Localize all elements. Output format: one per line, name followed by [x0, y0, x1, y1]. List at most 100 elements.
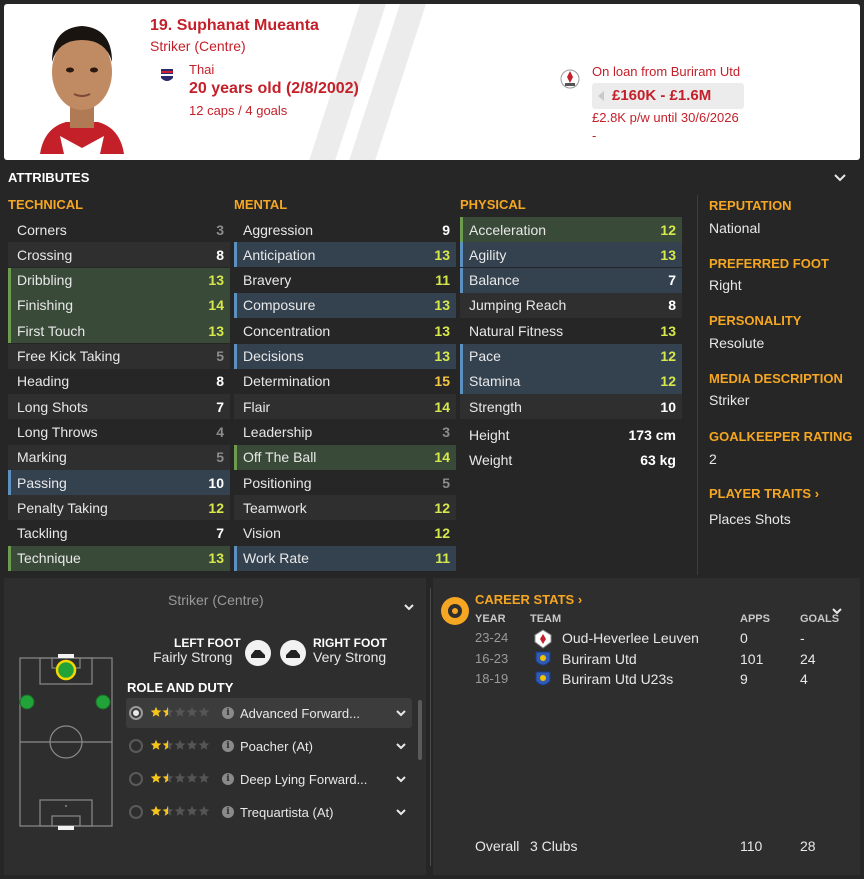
star-icon [150, 805, 162, 820]
attribute-row-penalty-taking[interactable]: Penalty Taking 12 [8, 495, 230, 521]
attribute-row-stamina[interactable]: Stamina 12 [460, 368, 682, 394]
role-item[interactable]: i Deep Lying Forward... [126, 764, 412, 794]
attribute-row-aggression[interactable]: Aggression 9 [234, 217, 456, 242]
info-icon[interactable]: i [222, 773, 234, 785]
attribute-value: 3 [442, 423, 450, 440]
attribute-value: 5 [442, 474, 450, 491]
chevron-right-icon: › [577, 592, 583, 607]
attribute-row-concentration[interactable]: Concentration 13 [234, 318, 456, 343]
attribute-row-finishing[interactable]: Finishing 14 [8, 292, 230, 318]
chevron-down-icon[interactable] [830, 170, 850, 186]
attribute-row-tackling[interactable]: Tackling 7 [8, 521, 230, 546]
transfer-value[interactable]: £160K - £1.6M [592, 83, 744, 109]
attribute-row-acceleration[interactable]: Acceleration 12 [460, 217, 682, 242]
info-icon[interactable]: i [222, 740, 234, 752]
club-badge-icon[interactable] [560, 68, 580, 90]
attribute-row-first-touch[interactable]: First Touch 13 [8, 318, 230, 344]
info-icon[interactable]: i [222, 707, 234, 719]
attribute-row-technique[interactable]: Technique 13 [8, 545, 230, 571]
attribute-name: Acceleration [469, 221, 547, 238]
attribute-row-balance[interactable]: Balance 7 [460, 267, 682, 293]
personality-value: Resolute [709, 335, 765, 351]
attribute-row-flair[interactable]: Flair 14 [234, 394, 456, 420]
attribute-row-long-shots[interactable]: Long Shots 7 [8, 394, 230, 420]
attribute-row-dribbling[interactable]: Dribbling 13 [8, 267, 230, 293]
attribute-value: 13 [434, 348, 450, 364]
attribute-row-crossing[interactable]: Crossing 8 [8, 242, 230, 268]
attribute-name: Off The Ball [243, 449, 317, 466]
attribute-row-agility[interactable]: Agility 13 [460, 242, 682, 268]
role-name: Deep Lying Forward... [240, 771, 368, 787]
value-arrow-icon [598, 91, 604, 101]
attribute-value: 7 [216, 398, 224, 415]
attribute-row-strength[interactable]: Strength 10 [460, 394, 682, 420]
chevron-down-icon[interactable] [394, 741, 408, 751]
attribute-row-free-kick-taking[interactable]: Free Kick Taking 5 [8, 343, 230, 369]
attribute-row-heading[interactable]: Heading 8 [8, 369, 230, 394]
position-selector[interactable]: Striker (Centre) [168, 592, 264, 608]
attribute-value: 13 [434, 246, 450, 263]
role-rating-stars [150, 805, 210, 820]
star-icon [174, 739, 186, 754]
attribute-name: Strength [469, 398, 522, 415]
career-team-link[interactable]: Oud-Heverlee Leuven [562, 630, 699, 646]
career-apps: 101 [740, 650, 764, 667]
attribute-row-vision[interactable]: Vision 12 [234, 521, 456, 546]
attribute-row-positioning[interactable]: Positioning 5 [234, 470, 456, 495]
player-traits-link[interactable]: PLAYER TRAITS › [709, 486, 819, 501]
career-team-link[interactable]: Buriram Utd [562, 651, 637, 667]
role-item[interactable]: i Poacher (At) [126, 731, 412, 761]
attribute-row-marking[interactable]: Marking 5 [8, 444, 230, 470]
role-radio[interactable] [129, 739, 143, 753]
attribute-row-natural-fitness[interactable]: Natural Fitness 13 [460, 318, 682, 343]
role-item[interactable]: i Trequartista (At) [126, 797, 412, 827]
attribute-row-determination[interactable]: Determination 15 [234, 369, 456, 394]
attribute-row-anticipation[interactable]: Anticipation 13 [234, 242, 456, 268]
overall-goals: 28 [800, 838, 816, 854]
role-radio[interactable] [129, 772, 143, 786]
attribute-name: Determination [243, 373, 331, 390]
attribute-row-decisions[interactable]: Decisions 13 [234, 343, 456, 369]
career-stats-link[interactable]: CAREER STATS › [475, 592, 582, 607]
attribute-row-work-rate[interactable]: Work Rate 11 [234, 545, 456, 571]
chevron-down-icon[interactable] [402, 602, 416, 612]
attribute-row-teamwork[interactable]: Teamwork 12 [234, 495, 456, 521]
column-header-team: TEAM [530, 613, 562, 625]
attribute-value: 8 [668, 297, 676, 314]
attribute-row-off-the-ball[interactable]: Off The Ball 14 [234, 444, 456, 470]
attribute-value: 13 [660, 322, 676, 339]
international-caps: 12 caps / 4 goals [189, 103, 288, 118]
attribute-row-composure[interactable]: Composure 13 [234, 292, 456, 318]
career-apps: 0 [740, 630, 748, 646]
attribute-row-leadership[interactable]: Leadership 3 [234, 419, 456, 444]
attribute-row-corners[interactable]: Corners 3 [8, 217, 230, 242]
attribute-row-bravery[interactable]: Bravery 11 [234, 268, 456, 293]
role-item[interactable]: i Advanced Forward... [126, 698, 412, 728]
attribute-row-long-throws[interactable]: Long Throws 4 [8, 419, 230, 444]
attribute-name: Marking [17, 449, 67, 466]
attribute-row-passing[interactable]: Passing 10 [8, 470, 230, 495]
role-radio[interactable] [129, 706, 143, 720]
role-list-scrollbar[interactable] [418, 700, 422, 760]
attribute-row-pace[interactable]: Pace 12 [460, 343, 682, 369]
star-icon [150, 706, 162, 721]
loan-status[interactable]: On loan from Buriram Utd [592, 64, 740, 79]
attribute-row-jumping-reach[interactable]: Jumping Reach 8 [460, 292, 682, 318]
star-icon [198, 706, 210, 721]
star-icon [186, 772, 198, 787]
player-traits-label: PLAYER TRAITS [709, 486, 812, 501]
chevron-down-icon[interactable] [394, 774, 408, 784]
left-foot-value: Fairly Strong [153, 649, 233, 665]
attribute-value: 5 [216, 348, 224, 364]
star-icon [198, 805, 210, 820]
preferred-foot-label: PREFERRED FOOT [709, 256, 829, 271]
star-icon [186, 739, 198, 754]
star-icon [162, 739, 174, 754]
player-header: 19. Suphanat Mueanta Striker (Centre) Th… [4, 4, 860, 160]
chevron-down-icon[interactable] [394, 807, 408, 817]
role-radio[interactable] [129, 805, 143, 819]
chevron-down-icon[interactable] [394, 708, 408, 718]
attribute-name: Free Kick Taking [17, 348, 121, 364]
career-team-link[interactable]: Buriram Utd U23s [562, 671, 673, 687]
info-icon[interactable]: i [222, 806, 234, 818]
